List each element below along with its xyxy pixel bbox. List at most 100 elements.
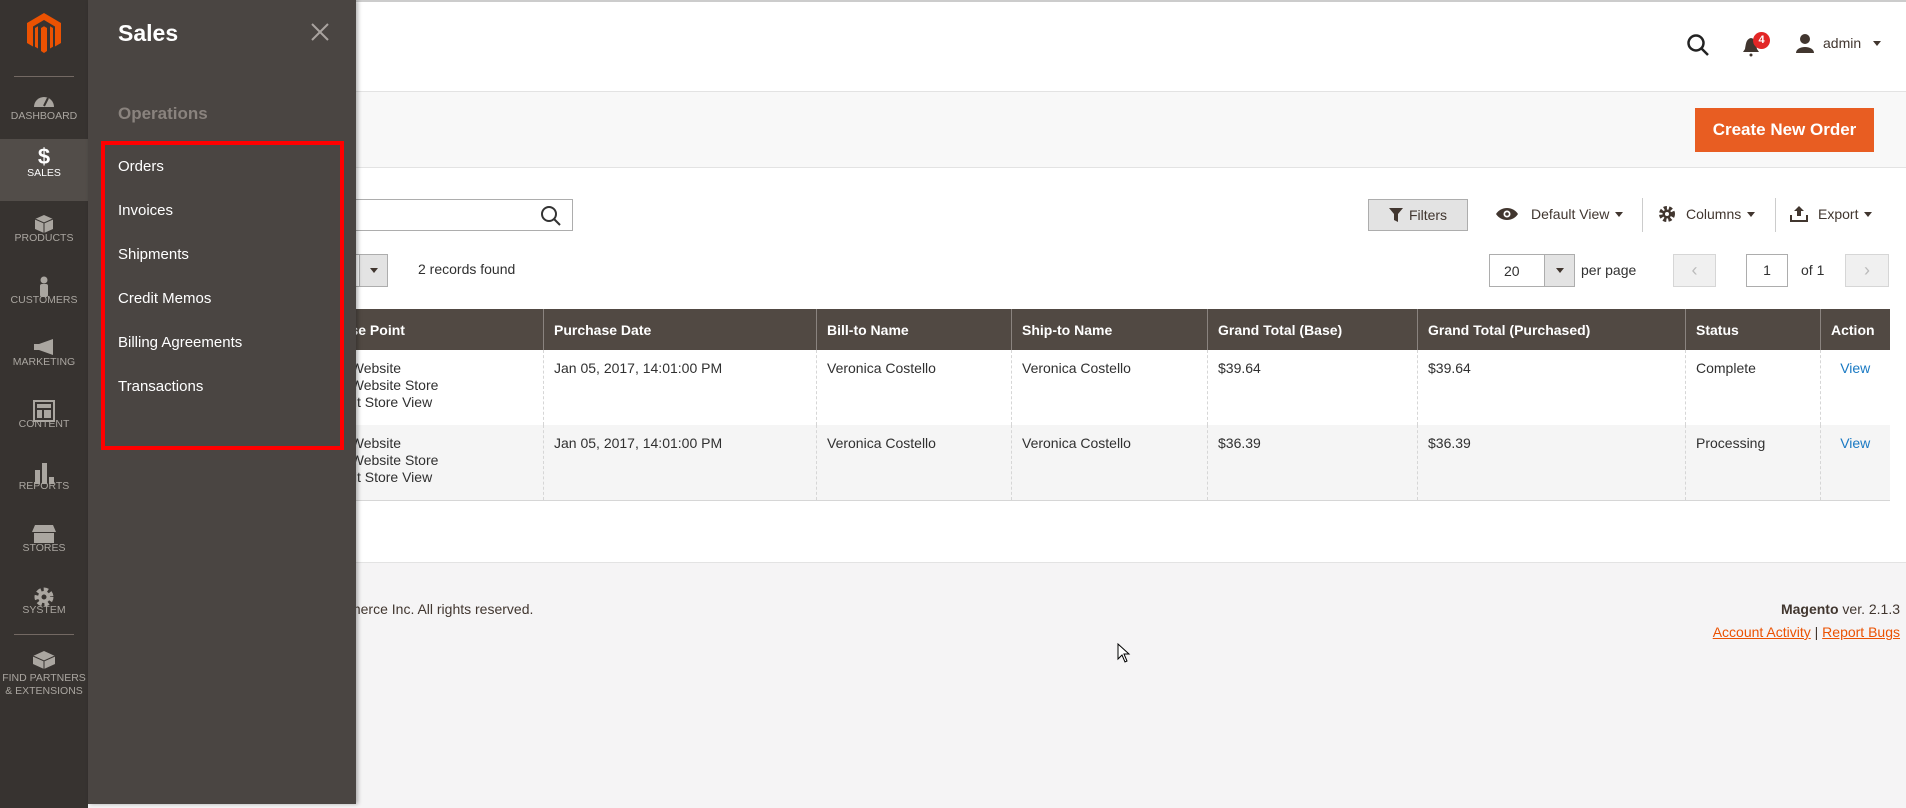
table-header-row: Purchase Point Purchase Date Bill-to Nam… [290,309,1890,350]
bar-chart-icon [0,454,88,484]
purchase-date-cell: Jan 05, 2017, 14:01:00 PM [543,350,817,425]
user-icon[interactable] [1795,33,1815,53]
grand-total-purchased-cell: $39.64 [1417,350,1686,425]
purchase-date-cell: Jan 05, 2017, 14:01:00 PM [543,425,817,501]
divider [14,76,74,77]
submenu-item-credit-memos[interactable]: Credit Memos [118,290,211,307]
status-cell: Processing [1685,425,1821,501]
chevron-down-icon [1864,211,1873,217]
submenu-item-orders[interactable]: Orders [118,158,164,175]
sales-submenu-panel: Sales Operations Orders Invoices Shipmen… [88,0,356,804]
column-header[interactable]: Status [1685,309,1821,350]
user-menu[interactable]: admin [1823,35,1882,51]
chevron-down-icon [1615,211,1624,217]
default-view-dropdown[interactable]: Default View [1495,206,1624,222]
column-header[interactable]: Ship-to Name [1011,309,1208,350]
nav-item-content[interactable]: CONTENT [0,392,88,454]
export-dropdown[interactable]: Export [1790,206,1873,222]
separator: | [1814,624,1819,640]
table-row[interactable]: Main Website Main Website Store Default St… [290,425,1890,501]
records-found: 2 records found [418,261,516,277]
nav-item-system[interactable]: SYSTEM [0,578,88,640]
nav-item-marketing[interactable]: MARKETING [0,330,88,392]
section-heading-operations: Operations [118,104,208,123]
orders-grid: Purchase Point Purchase Date Bill-to Nam… [290,309,1890,501]
chevron-down-icon [1747,211,1756,217]
column-header[interactable]: Grand Total (Purchased) [1417,309,1686,350]
page-footer: Copyright © 2017 Magento Commerce Inc. A… [88,562,1906,808]
panel-title: Sales [118,20,179,46]
create-new-order-button[interactable]: Create New Order [1695,108,1874,152]
page-actions: Create New Order [88,92,1906,168]
account-activity-link[interactable]: Account Activity [1713,624,1811,640]
next-page-button[interactable]: › [1845,254,1889,287]
submenu-item-invoices[interactable]: Invoices [118,202,173,219]
nav-item-customers[interactable]: CUSTOMERS [0,268,88,330]
version-info: Magento ver. 2.1.3 [1781,601,1900,617]
page-total: of 1 [1801,262,1825,278]
ship-to-cell: Veronica Costello [1011,425,1208,501]
per-page-label: per page [1581,262,1637,278]
view-link[interactable]: View [1840,435,1870,451]
filters-label: Filters [1408,207,1448,223]
close-icon[interactable] [306,18,334,46]
nav-item-find-partners[interactable]: FIND PARTNERS & EXTENSIONS [0,640,88,710]
dashboard-icon [0,84,88,110]
columns-label: Columns [1686,206,1742,222]
footer-links: Account Activity | Report Bugs [1713,624,1900,640]
submenu-item-shipments[interactable]: Shipments [118,246,189,263]
grand-total-base-cell: $36.39 [1207,425,1418,501]
person-icon [0,268,88,297]
nav-item-products[interactable]: PRODUCTS [0,206,88,268]
eye-icon [1496,208,1518,220]
submenu-item-billing-agreements[interactable]: Billing Agreements [118,334,242,351]
previous-page-button[interactable]: ‹ [1673,254,1716,287]
column-header: Action [1820,309,1890,350]
nav-item-reports[interactable]: REPORTS [0,454,88,516]
chevron-down-icon [1555,268,1564,273]
nav-item-dashboard[interactable]: DASHBOARD [0,84,88,146]
column-header[interactable]: Purchase Date [543,309,817,350]
magento-logo[interactable] [27,13,61,53]
version: ver. 2.1.3 [1842,601,1900,617]
column-header[interactable]: Grand Total (Base) [1207,309,1418,350]
nav-item-sales[interactable]: $ SALES [0,139,88,201]
gear-icon [1659,206,1675,222]
filters-button[interactable]: Filters [1368,199,1468,231]
lego-brick-icon [0,640,88,672]
columns-dropdown[interactable]: Columns [1658,205,1756,223]
notification-badge: 4 [1753,32,1770,49]
divider [1775,198,1776,232]
megaphone-icon [0,330,88,356]
submenu-item-transactions[interactable]: Transactions [118,378,203,395]
search-icon[interactable] [1686,33,1710,57]
search-icon[interactable] [540,205,562,227]
grand-total-base-cell: $39.64 [1207,350,1418,425]
page-header: 4 admin [88,2,1906,92]
store-icon [0,516,88,543]
per-page-select[interactable]: 20 [1489,254,1575,287]
column-header[interactable]: Bill-to Name [816,309,1012,350]
bill-to-cell: Veronica Costello [816,350,1012,425]
box-icon [0,206,88,233]
table-row[interactable]: Main Website Main Website Store Default St… [291,350,1890,425]
filter-icon [1388,208,1403,222]
view-link[interactable]: View [1840,360,1870,376]
mouse-cursor-icon [1117,643,1131,663]
chevron-down-icon [1873,40,1882,46]
ship-to-cell: Veronica Costello [1011,350,1208,425]
page-number-input[interactable]: 1 [1746,254,1788,287]
grand-total-purchased-cell: $36.39 [1417,425,1686,501]
dollar-icon: $ [37,144,51,169]
chevron-right-icon: › [1864,260,1870,280]
nav-item-stores[interactable]: STORES [0,516,88,578]
user-name: admin [1823,35,1862,51]
admin-sidebar: DASHBOARD $ SALES PRODUCTS CUSTOMERS MARK… [0,0,88,808]
report-bugs-link[interactable]: Report Bugs [1822,624,1900,640]
divider [14,634,74,635]
gear-icon [0,578,88,607]
divider [1642,198,1643,232]
brand: Magento [1780,601,1839,617]
chevron-down-icon [369,268,378,273]
export-icon [1790,206,1808,222]
